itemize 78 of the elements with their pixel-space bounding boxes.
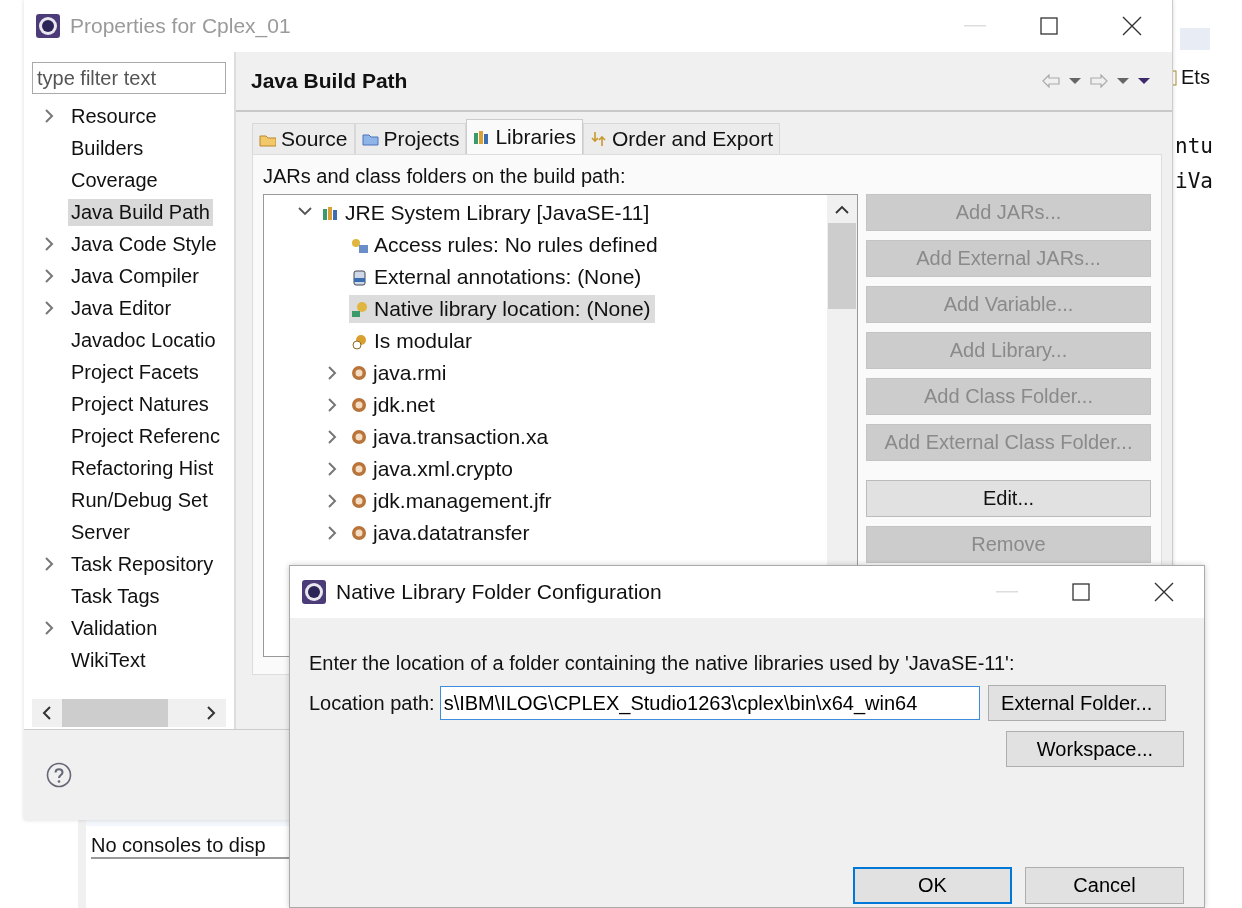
scroll-left-icon[interactable] (42, 705, 52, 721)
sidebar-item[interactable]: Server (68, 518, 133, 546)
scrollbar-thumb[interactable] (828, 223, 856, 309)
module-icon (351, 493, 367, 509)
sidebar-item[interactable]: Java Code Style (68, 230, 220, 258)
attribute-icon (351, 268, 368, 286)
dropdown-icon[interactable] (1117, 77, 1129, 85)
books-icon (322, 205, 339, 221)
app-icon (302, 580, 326, 604)
attribute-icon (351, 332, 368, 350)
tab[interactable]: Libraries (466, 119, 583, 154)
sidebar-item[interactable]: Validation (68, 614, 161, 642)
tree-item[interactable]: External annotations: (None) (374, 265, 642, 289)
sidebar-item[interactable]: Java Compiler (68, 262, 202, 290)
module-icon (351, 397, 367, 413)
tree-item[interactable]: jdk.net (373, 393, 435, 417)
folder-icon (361, 131, 379, 147)
cancel-button[interactable]: Cancel (1025, 867, 1184, 904)
menu-icon[interactable] (1138, 77, 1150, 85)
sidebar-item[interactable]: Java Editor (68, 294, 175, 322)
scroll-up-icon[interactable] (835, 205, 849, 215)
horizontal-scrollbar[interactable] (32, 699, 226, 727)
sidebar-item[interactable]: Task Tags (68, 582, 163, 610)
module-icon (351, 429, 367, 445)
ok-button[interactable]: OK (853, 867, 1012, 904)
tree-item[interactable]: java.datatransfer (373, 521, 530, 545)
tree-item[interactable]: JRE System Library [JavaSE-11] (345, 201, 650, 225)
module-icon (351, 525, 367, 541)
tree-item[interactable]: java.transaction.xa (373, 425, 549, 449)
sidebar-item[interactable]: Coverage (68, 166, 161, 194)
close-icon[interactable] (1154, 582, 1174, 602)
help-icon[interactable] (46, 762, 72, 788)
attribute-icon (351, 236, 368, 254)
sidebar-item[interactable]: Project Natures (68, 390, 212, 418)
action-button[interactable]: Edit... (866, 480, 1151, 517)
sidebar-item[interactable]: Builders (68, 134, 147, 162)
sidebar-item[interactable]: Java Build Path (68, 198, 213, 226)
dialog-title: Native Library Folder Configuration (336, 580, 662, 604)
list-label: JARs and class folders on the build path: (263, 165, 627, 188)
tree-item[interactable]: Is modular (374, 329, 473, 353)
page-title: Java Build Path (251, 69, 408, 93)
sidebar-item[interactable]: Project Facets (68, 358, 202, 386)
tree-item[interactable]: Access rules: No rules defined (374, 233, 658, 257)
dialog-message: Enter the location of a folder containing the native libraries used by 'JavaSE-11': (309, 652, 1016, 675)
sidebar-item[interactable]: Run/Debug Set (68, 486, 211, 514)
sidebar-item[interactable]: Task Repository (68, 550, 217, 578)
close-icon[interactable] (1122, 16, 1142, 36)
field-label: Location path: (309, 691, 435, 715)
tree-item[interactable]: java.xml.crypto (373, 457, 514, 481)
editor-tab-label[interactable]: Ets (1181, 66, 1210, 89)
code-line: ntu (1175, 133, 1214, 160)
dropdown-icon[interactable] (1069, 77, 1081, 85)
sidebar-item[interactable]: Javadoc Locatio (68, 326, 219, 354)
books-icon (473, 129, 491, 145)
tab[interactable]: Projects (354, 123, 467, 154)
tab[interactable]: Order and Export (582, 123, 781, 154)
sidebar-item[interactable]: Resource (68, 102, 160, 130)
scroll-right-icon[interactable] (206, 705, 216, 721)
maximize-icon[interactable] (1040, 17, 1058, 35)
app-icon (36, 14, 60, 38)
up-down-arrows-icon (589, 131, 607, 147)
workspace-button[interactable]: Workspace... (1006, 731, 1184, 767)
location-field[interactable]: s\IBM\ILOG\CPLEX_Studio1263\cplex\bin\x64_win64 (439, 686, 980, 720)
filter-field[interactable]: type filter text (32, 62, 226, 94)
code-line: iVa (1175, 168, 1214, 195)
module-icon (351, 365, 367, 381)
external-folder-button[interactable]: External Folder... (987, 685, 1166, 721)
window-title: Properties for Cplex_01 (70, 14, 291, 38)
tab[interactable]: Source (252, 123, 355, 154)
scrollbar-thumb[interactable] (62, 699, 168, 727)
tree-item[interactable]: java.rmi (373, 361, 447, 385)
sidebar-item[interactable]: Project Referenc (68, 422, 223, 450)
sidebar-item[interactable]: Refactoring Hist (68, 454, 217, 482)
module-icon (351, 461, 367, 477)
attribute-icon (351, 300, 368, 318)
maximize-icon[interactable] (1072, 583, 1090, 601)
tree-item[interactable]: jdk.management.jfr (373, 489, 552, 513)
sidebar-item[interactable]: WikiText (68, 646, 149, 674)
